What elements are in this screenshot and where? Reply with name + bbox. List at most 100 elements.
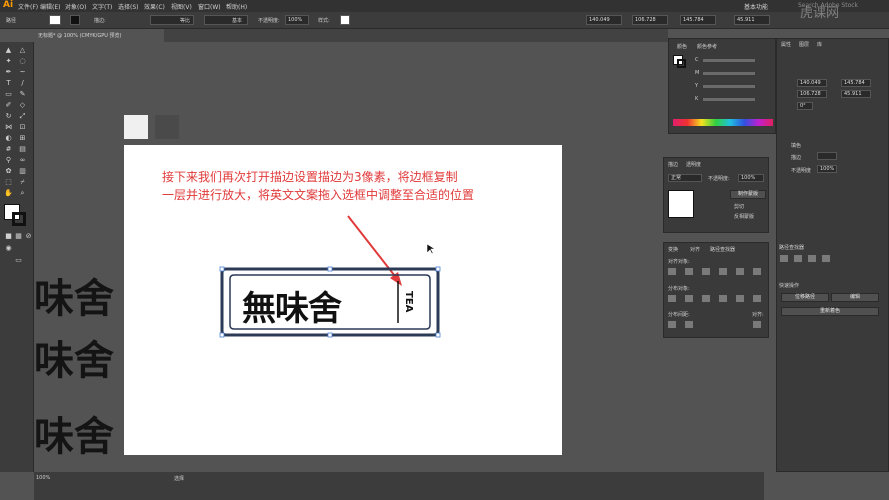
- slider-c[interactable]: [703, 59, 755, 62]
- menu-window[interactable]: 窗口(W): [198, 2, 221, 11]
- fill-swatch[interactable]: [49, 15, 61, 25]
- y-field[interactable]: 106.728: [632, 15, 668, 25]
- menu-view[interactable]: 视图(V): [171, 2, 192, 11]
- distribute-hcenter-icon[interactable]: [736, 295, 744, 302]
- blend-mode-select[interactable]: 正常: [668, 174, 702, 182]
- blend-tool-icon[interactable]: ∞: [18, 156, 27, 165]
- tab-libraries[interactable]: 库: [817, 41, 822, 48]
- distribute-bottom-icon[interactable]: [702, 295, 710, 302]
- menu-help[interactable]: 帮助(H): [226, 2, 247, 11]
- recolor-button[interactable]: 重新着色: [781, 307, 879, 316]
- x-field[interactable]: 140.049: [586, 15, 622, 25]
- pathfinder-minus-icon[interactable]: [794, 255, 802, 262]
- distribute-right-icon[interactable]: [753, 295, 761, 302]
- gradient-mode-icon[interactable]: ▦: [14, 232, 23, 241]
- menu-select[interactable]: 选择(S): [118, 2, 139, 11]
- color-mode-icon[interactable]: ■: [4, 232, 13, 241]
- stroke-swatch[interactable]: [70, 15, 80, 25]
- edit-button[interactable]: 编辑: [831, 293, 879, 302]
- panel-stroke-icon[interactable]: [677, 59, 686, 68]
- document-tab[interactable]: 无标题* @ 100% (CMYK/GPU 预览): [34, 29, 164, 42]
- slider-m[interactable]: [703, 72, 755, 75]
- menu-effect[interactable]: 效果(C): [144, 2, 165, 11]
- opacity-field[interactable]: 100%: [285, 15, 309, 25]
- pathfinder-exclude-icon[interactable]: [822, 255, 830, 262]
- align-top-icon[interactable]: [719, 268, 727, 275]
- invert-mask-checkbox[interactable]: 反相蒙版: [734, 213, 754, 220]
- symbol-sprayer-icon[interactable]: ✿: [4, 167, 13, 176]
- gradient-tool-icon[interactable]: ▤: [18, 145, 27, 154]
- direct-selection-tool-icon[interactable]: △: [18, 46, 27, 55]
- align-left-icon[interactable]: [668, 268, 676, 275]
- menu-file[interactable]: 文件(F): [18, 2, 38, 11]
- color-spectrum[interactable]: [673, 119, 773, 126]
- prop-stroke-weight[interactable]: [817, 152, 837, 160]
- menu-object[interactable]: 对象(O): [65, 2, 86, 11]
- eraser-icon[interactable]: ◇: [18, 101, 27, 110]
- slice-tool-icon[interactable]: ⌿: [18, 178, 27, 187]
- prop-y-field[interactable]: 145.784: [841, 79, 871, 87]
- selection-tool-icon[interactable]: ▲: [4, 46, 13, 55]
- menu-edit[interactable]: 编辑(E): [40, 2, 60, 11]
- free-transform-icon[interactable]: ⊡: [18, 123, 27, 132]
- transparency-opacity-field[interactable]: 100%: [738, 174, 764, 182]
- tab-stroke[interactable]: 描边: [668, 161, 678, 168]
- pen-tool-icon[interactable]: ✒: [4, 68, 13, 77]
- curvature-tool-icon[interactable]: ~: [18, 68, 27, 77]
- shaper-tool-icon[interactable]: ✐: [4, 101, 13, 110]
- pathfinder-unite-icon[interactable]: [780, 255, 788, 262]
- mesh-tool-icon[interactable]: #: [4, 145, 13, 154]
- distribute-vcenter-icon[interactable]: [685, 295, 693, 302]
- align-right-icon[interactable]: [702, 268, 710, 275]
- tab-transform[interactable]: 变换: [668, 246, 678, 253]
- screen-mode-icon[interactable]: ▭: [14, 256, 23, 265]
- make-mask-button[interactable]: 制作蒙版: [730, 190, 766, 199]
- rectangle-tool-icon[interactable]: ▭: [4, 90, 13, 99]
- spacing-horizontal-icon[interactable]: [685, 321, 693, 328]
- style-swatch[interactable]: [340, 15, 350, 25]
- magic-wand-icon[interactable]: ✦: [4, 57, 13, 66]
- prop-x-field[interactable]: 140.049: [797, 79, 827, 87]
- tab-align[interactable]: 对齐: [690, 246, 700, 253]
- pathfinder-intersect-icon[interactable]: [808, 255, 816, 262]
- tab-color-guide[interactable]: 颜色参考: [697, 43, 717, 50]
- tab-pathfinder[interactable]: 路径查找器: [710, 246, 735, 253]
- eyedropper-icon[interactable]: ⚲: [4, 156, 13, 165]
- menu-type[interactable]: 文字(T): [92, 2, 112, 11]
- tab-color[interactable]: 颜色: [677, 43, 687, 50]
- zoom-tool-icon[interactable]: ⌕: [18, 189, 27, 198]
- tab-transparency[interactable]: 透明度: [686, 161, 701, 168]
- h-field[interactable]: 45.911: [734, 15, 770, 25]
- clip-checkbox[interactable]: 剪切: [734, 203, 744, 210]
- slider-k[interactable]: [703, 98, 755, 101]
- tab-properties[interactable]: 属性: [781, 41, 791, 48]
- workspace-switcher[interactable]: 基本功能: [744, 2, 768, 11]
- stroke-color-icon[interactable]: [12, 212, 26, 226]
- hand-tool-icon[interactable]: ✋: [4, 189, 13, 198]
- distribute-left-icon[interactable]: [719, 295, 727, 302]
- prop-opacity-field[interactable]: 100%: [817, 165, 837, 173]
- scale-tool-icon[interactable]: ⤢: [18, 112, 27, 121]
- logo-chinese-text[interactable]: 無味舍: [242, 281, 342, 330]
- align-vcenter-icon[interactable]: [736, 268, 744, 275]
- paintbrush-icon[interactable]: ✎: [18, 90, 27, 99]
- align-bottom-icon[interactable]: [753, 268, 761, 275]
- line-tool-icon[interactable]: /: [18, 79, 27, 88]
- prop-h-field[interactable]: 45.911: [841, 90, 871, 98]
- shape-builder-icon[interactable]: ◐: [4, 134, 13, 143]
- artboard-tool-icon[interactable]: ⬚: [4, 178, 13, 187]
- distribute-top-icon[interactable]: [668, 295, 676, 302]
- prop-w-field[interactable]: 106.728: [797, 90, 827, 98]
- offset-path-button[interactable]: 位移路径: [781, 293, 829, 302]
- graph-tool-icon[interactable]: ▥: [18, 167, 27, 176]
- prop-angle-field[interactable]: 0°: [797, 102, 813, 110]
- perspective-grid-icon[interactable]: ⊞: [18, 134, 27, 143]
- tab-layers[interactable]: 图层: [799, 41, 809, 48]
- draw-mode-icon[interactable]: ◉: [4, 244, 13, 253]
- align-to-select-icon[interactable]: [753, 321, 761, 328]
- lasso-icon[interactable]: ◌: [18, 57, 27, 66]
- zoom-level[interactable]: 100%: [36, 475, 50, 481]
- spacing-vertical-icon[interactable]: [668, 321, 676, 328]
- type-tool-icon[interactable]: T: [4, 79, 13, 88]
- slider-y[interactable]: [703, 85, 755, 88]
